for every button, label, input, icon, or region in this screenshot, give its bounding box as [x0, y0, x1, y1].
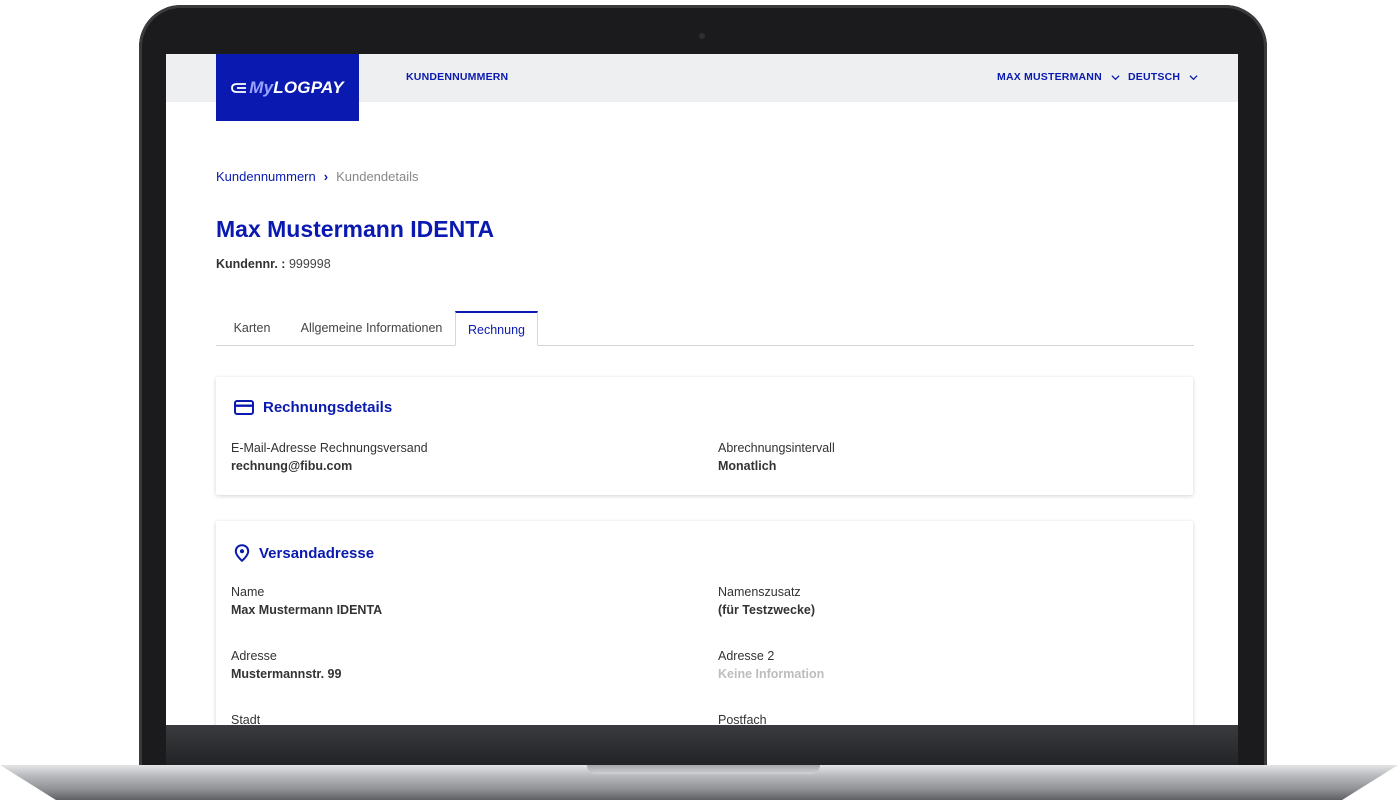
location-pin-icon: [234, 544, 250, 562]
chevron-down-icon: [1111, 74, 1120, 80]
breadcrumb-current: Kundendetails: [336, 169, 419, 184]
user-menu-label: MAX MUSTERMANN: [997, 71, 1102, 83]
billing-details-title: Rechnungsdetails: [263, 399, 393, 416]
shipping-address-card: Versandadresse Name Max Mustermann IDENT…: [216, 521, 1193, 725]
shipping-address-heading: Versandadresse: [234, 544, 374, 562]
nav-kundennummern[interactable]: KUNDENNUMMERN: [406, 71, 508, 83]
breadcrumb: Kundennummern › Kundendetails: [216, 169, 418, 184]
field-label: Name: [231, 585, 265, 599]
field-label: Adresse 2: [718, 649, 775, 663]
field-value: (für Testzwecke): [718, 603, 816, 617]
webcam: [699, 33, 705, 39]
field-value: Mustermannstr. 99: [231, 667, 342, 681]
tab-rechnung[interactable]: Rechnung: [455, 311, 538, 346]
field-label: Abrechnungsintervall: [718, 441, 835, 455]
field-label: E-Mail-Adresse Rechnungsversand: [231, 441, 428, 455]
logo-swoosh-icon: [231, 82, 247, 93]
tab-allgemeine-informationen[interactable]: Allgemeine Informationen: [288, 311, 455, 345]
credit-card-icon: [234, 400, 254, 415]
customer-number: Kundennr. : 999998: [216, 257, 331, 271]
breadcrumb-link-kundennummern[interactable]: Kundennummern: [216, 169, 316, 184]
field-po-box: Postfach: [718, 713, 767, 725]
customer-number-value: 999998: [288, 257, 331, 271]
laptop-hinge-notch: [587, 765, 820, 774]
field-address-2: Adresse 2 Keine Information: [718, 649, 824, 681]
breadcrumb-chevron-icon: ›: [323, 169, 329, 184]
tab-bar: Karten Allgemeine Informationen Rechnung: [216, 311, 1194, 346]
field-email-billing: E-Mail-Adresse Rechnungsversand rechnung…: [231, 441, 428, 473]
user-menu[interactable]: MAX MUSTERMANN: [997, 71, 1120, 83]
language-menu-label: DEUTSCH: [1128, 71, 1181, 83]
field-label: Namenszusatz: [718, 585, 801, 599]
field-value: Monatlich: [718, 459, 777, 473]
field-value: rechnung@fibu.com: [231, 459, 353, 473]
field-label: Postfach: [718, 713, 767, 725]
field-address: Adresse Mustermannstr. 99: [231, 649, 341, 681]
field-label: Stadt: [231, 713, 261, 725]
chevron-down-icon: [1189, 74, 1198, 80]
field-city: Stadt: [231, 713, 260, 725]
field-name-suffix: Namenszusatz (für Testzwecke): [718, 585, 815, 617]
tab-karten[interactable]: Karten: [216, 311, 288, 345]
shipping-address-title: Versandadresse: [259, 544, 375, 562]
billing-details-heading: Rechnungsdetails: [234, 399, 392, 416]
field-billing-interval: Abrechnungsintervall Monatlich: [718, 441, 835, 473]
logo[interactable]: MyLOGPAY: [216, 54, 359, 121]
field-value-empty: Keine Information: [718, 667, 825, 681]
field-name: Name Max Mustermann IDENTA: [231, 585, 382, 617]
logo-text: MyLOGPAY: [249, 77, 344, 97]
laptop-bezel-bottom: [166, 725, 1238, 765]
billing-details-card: Rechnungsdetails E-Mail-Adresse Rechnung…: [216, 377, 1193, 495]
field-label: Adresse: [231, 649, 277, 663]
language-menu[interactable]: DEUTSCH: [1128, 71, 1198, 83]
logo-text-my: My: [249, 77, 274, 97]
page-title: Max Mustermann IDENTA: [216, 216, 495, 242]
field-value: Max Mustermann IDENTA: [231, 603, 383, 617]
app-screen: MyLOGPAY KUNDENNUMMERN MAX MUSTERMANN DE…: [166, 54, 1238, 725]
customer-number-label: Kundennr. :: [216, 257, 286, 271]
